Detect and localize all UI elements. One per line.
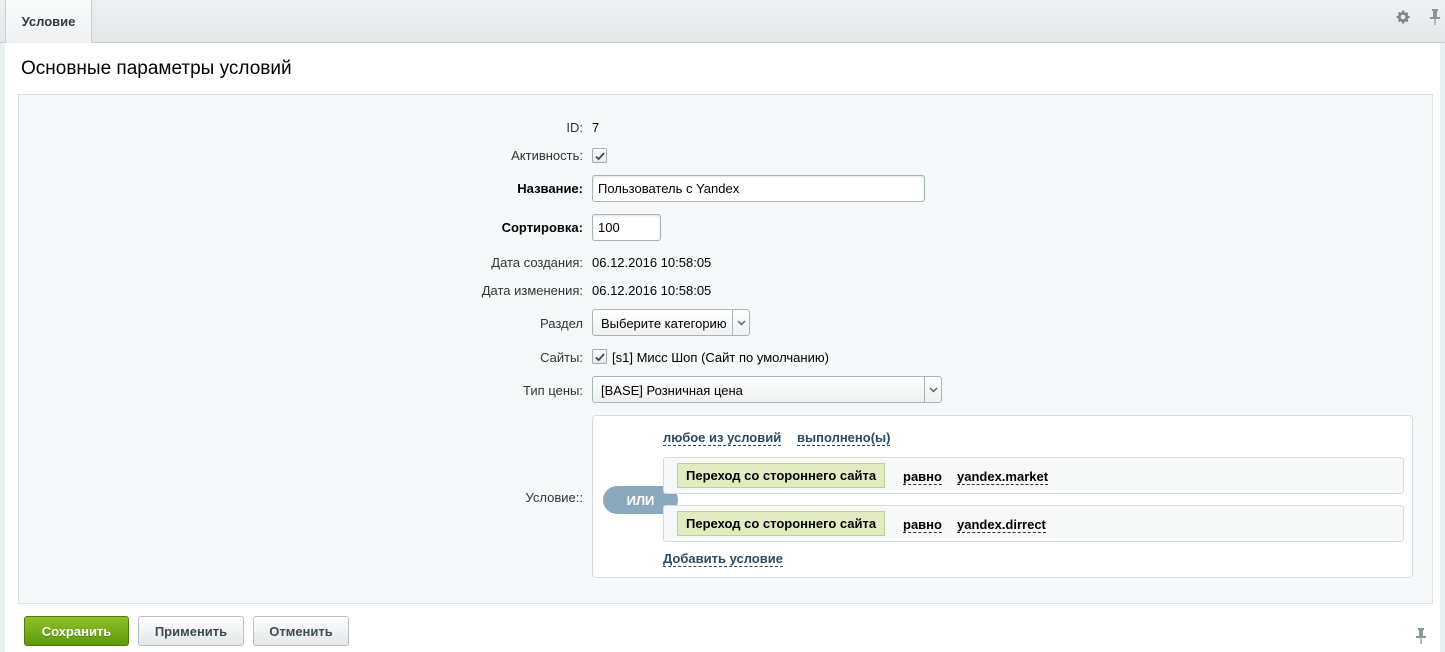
add-condition-link[interactable]: Добавить условие xyxy=(663,551,783,567)
sites-label: Сайты: xyxy=(540,350,583,365)
section-title: Основные параметры условий xyxy=(21,58,292,79)
section-select[interactable]: Выберите категорию xyxy=(592,309,750,336)
save-button[interactable]: Сохранить xyxy=(24,616,129,646)
right-edge xyxy=(1440,43,1445,652)
condition-done-link[interactable]: выполнено(ы) xyxy=(797,430,891,446)
active-checkbox[interactable] xyxy=(592,148,607,163)
chevron-down-icon xyxy=(924,377,941,402)
gear-icon[interactable] xyxy=(1395,9,1411,25)
section-select-value: Выберите категорию xyxy=(601,316,727,331)
section-label: Раздел xyxy=(540,316,583,331)
active-label: Активность: xyxy=(511,148,583,163)
name-input[interactable] xyxy=(592,175,925,202)
price-type-select-value: [BASE] Розничная цена xyxy=(601,383,743,398)
checkmark-icon xyxy=(595,152,605,161)
site-s1-checkbox[interactable] xyxy=(592,349,607,364)
price-type-label: Тип цены: xyxy=(523,383,583,398)
condition-rule-2: Переход со стороннего сайта равно yandex… xyxy=(663,505,1404,542)
condition-rule-2-operator[interactable]: равно xyxy=(903,517,942,533)
pin-icon[interactable] xyxy=(1428,8,1442,26)
left-edge xyxy=(0,43,5,652)
condition-rule-1-operator[interactable]: равно xyxy=(903,469,942,485)
condition-rule-1-value[interactable]: yandex.market xyxy=(957,469,1049,485)
modified-value: 06.12.2016 10:58:05 xyxy=(592,283,712,298)
sort-label: Сортировка: xyxy=(501,220,583,235)
price-type-select[interactable]: [BASE] Розничная цена xyxy=(592,376,942,403)
condition-any-link[interactable]: любое из условий xyxy=(663,430,782,446)
condition-rule-1: Переход со стороннего сайта равно yandex… xyxy=(663,457,1404,494)
condition-rule-1-name[interactable]: Переход со стороннего сайта xyxy=(677,463,886,488)
id-value: 7 xyxy=(592,120,600,135)
condition-rule-2-name[interactable]: Переход со стороннего сайта xyxy=(677,511,886,536)
created-label: Дата создания: xyxy=(491,255,583,270)
cancel-button[interactable]: Отменить xyxy=(253,616,349,646)
checkmark-icon xyxy=(595,353,605,362)
tab-condition[interactable]: Условие xyxy=(5,0,92,43)
pin-icon[interactable] xyxy=(1414,627,1428,645)
chevron-down-icon xyxy=(732,310,749,335)
site-s1-label: [s1] Мисс Шоп (Сайт по умолчанию) xyxy=(612,350,829,365)
name-label: Название: xyxy=(517,181,583,196)
tab-bar: Условие xyxy=(0,0,1445,43)
apply-button[interactable]: Применить xyxy=(138,616,244,646)
id-label: ID: xyxy=(566,120,583,135)
condition-rule-2-value[interactable]: yandex.dirrect xyxy=(957,517,1046,533)
sort-input[interactable] xyxy=(592,214,661,241)
modified-label: Дата изменения: xyxy=(481,283,583,298)
created-value: 06.12.2016 10:58:05 xyxy=(592,255,712,270)
condition-label: Условие:: xyxy=(525,490,583,505)
